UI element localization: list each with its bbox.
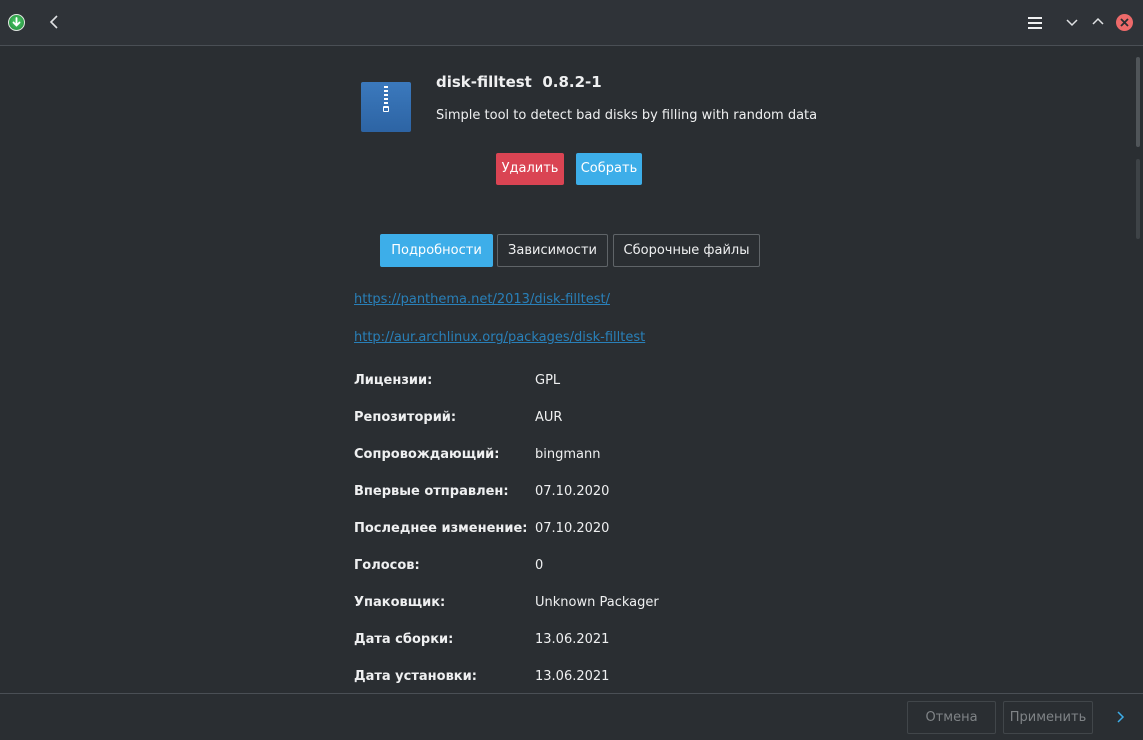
property-label: Впервые отправлен: bbox=[354, 484, 509, 499]
package-name: disk-filltest bbox=[436, 73, 532, 91]
header-bar bbox=[0, 0, 1143, 46]
zip-archive-icon bbox=[361, 82, 411, 132]
cancel-button[interactable]: Отмена bbox=[907, 701, 996, 734]
minimize-chevron-down-icon[interactable] bbox=[1064, 14, 1080, 30]
aur-page-link[interactable]: http://aur.archlinux.org/packages/disk-f… bbox=[354, 330, 645, 345]
package-title: disk-filltest 0.8.2-1 bbox=[436, 73, 602, 95]
tab-build-files[interactable]: Сборочные файлы bbox=[613, 234, 760, 267]
property-label: Дата сборки: bbox=[354, 632, 454, 647]
zipper-pull bbox=[383, 106, 389, 112]
vertical-scrollbar[interactable] bbox=[1133, 47, 1143, 693]
remove-button[interactable]: Удалить bbox=[496, 153, 564, 185]
scrollbar-thumb[interactable] bbox=[1136, 57, 1140, 147]
apply-button[interactable]: Применить bbox=[1003, 701, 1093, 734]
property-label: Репозиторий: bbox=[354, 410, 457, 425]
chevron-left-icon[interactable] bbox=[44, 12, 64, 32]
package-version: 0.8.2-1 bbox=[542, 73, 602, 91]
maximize-chevron-up-icon[interactable] bbox=[1090, 14, 1106, 30]
property-value: Unknown Packager bbox=[535, 595, 659, 610]
property-label: Упаковщик: bbox=[354, 595, 446, 610]
property-label: Сопровождающий: bbox=[354, 447, 500, 462]
scrollbar-track bbox=[1136, 159, 1140, 239]
property-label: Голосов: bbox=[354, 558, 420, 573]
zipper-stripe bbox=[384, 86, 388, 108]
property-value: 07.10.2020 bbox=[535, 521, 610, 536]
property-value: 0 bbox=[535, 558, 544, 573]
property-value: 13.06.2021 bbox=[535, 632, 610, 647]
hamburger-menu-icon[interactable] bbox=[1027, 15, 1043, 31]
footer-bar: Отмена Применить bbox=[0, 693, 1143, 740]
property-label: Последнее изменение: bbox=[354, 521, 528, 536]
chevron-right-icon[interactable] bbox=[1112, 709, 1128, 725]
package-description: Simple tool to detect bad disks by filli… bbox=[436, 108, 818, 123]
tab-details[interactable]: Подробности bbox=[380, 234, 493, 267]
property-value: GPL bbox=[535, 373, 561, 388]
property-value: bingmann bbox=[535, 447, 601, 462]
property-value: 13.06.2021 bbox=[535, 669, 610, 684]
property-label: Лицензии: bbox=[354, 373, 433, 388]
property-label: Дата установки: bbox=[354, 669, 477, 684]
upstream-url-link[interactable]: https://panthema.net/2013/disk-filltest/ bbox=[354, 292, 610, 307]
build-button[interactable]: Собрать bbox=[576, 153, 642, 185]
close-icon[interactable] bbox=[1116, 14, 1133, 31]
app-icon bbox=[8, 14, 25, 31]
tab-dependencies[interactable]: Зависимости bbox=[497, 234, 608, 267]
property-value: 07.10.2020 bbox=[535, 484, 610, 499]
property-value: AUR bbox=[535, 410, 563, 425]
